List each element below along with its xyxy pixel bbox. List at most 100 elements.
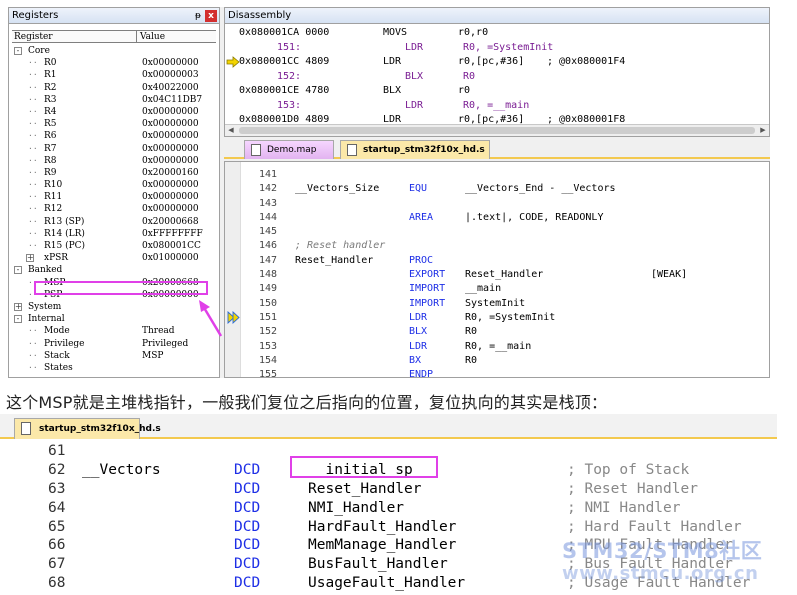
register-group[interactable]: - Internal — [12, 313, 216, 325]
tree-line-icon: ·· — [28, 192, 38, 202]
line-number: 153 — [259, 340, 278, 352]
register-row[interactable]: ·· R5 0x00000000 — [12, 118, 216, 130]
register-row[interactable]: ·· R9 0x20000160 — [12, 167, 216, 179]
source-line-number: 152: — [277, 70, 302, 82]
register-row[interactable]: ·· R2 0x40022000 — [12, 82, 216, 94]
editor-line[interactable]: 141 — [225, 168, 769, 182]
disassembly-titlebar: Disassembly — [225, 8, 769, 24]
editor-line[interactable]: 154 BX R0 — [225, 354, 769, 368]
register-row[interactable]: ·· R12 0x00000000 — [12, 203, 216, 215]
register-row[interactable]: ·· R13 (SP) 0x20000668 — [12, 216, 216, 228]
tab-startup-file[interactable]: startup_stm32f10x_hd.s — [14, 418, 161, 439]
register-name: R5 — [44, 119, 57, 130]
register-row[interactable]: ·· R11 0x00000000 — [12, 191, 216, 203]
column-register[interactable]: Register — [12, 31, 137, 42]
vector-table-line[interactable]: 63 DCD Reset_Handler ; Reset Handler — [0, 480, 777, 499]
register-row[interactable]: + xPSR 0x01000000 — [12, 252, 216, 264]
tab-demo-map[interactable]: Demo.map — [244, 140, 334, 159]
source-opcode: LDR — [405, 41, 424, 53]
register-name: R3 — [44, 94, 57, 105]
line-number: 155 — [259, 369, 278, 378]
code-directive: BLX — [409, 326, 428, 338]
editor-line[interactable]: 142 __Vectors_Size EQU __Vectors_End - __Ve… — [225, 182, 769, 196]
editor-line[interactable]: 144 AREA |.text|, CODE, READONLY — [225, 211, 769, 225]
column-value[interactable]: Value — [137, 31, 165, 42]
editor-line[interactable]: 151 LDR R0, =SystemInit — [225, 310, 769, 325]
register-row[interactable]: ·· R14 (LR) 0xFFFFFFFF — [12, 228, 216, 240]
register-row[interactable]: ·· R10 0x00000000 — [12, 179, 216, 191]
register-row[interactable]: ·· R3 0x04C11DB7 — [12, 94, 216, 106]
register-row[interactable]: ·· Mode Thread — [12, 325, 216, 337]
msp-pointer-arrow — [199, 300, 223, 337]
tree-line-icon: ·· — [28, 204, 38, 214]
tab-startup-file[interactable]: startup_stm32f10x_hd.s — [340, 140, 490, 159]
register-row[interactable]: ·· R4 0x00000000 — [12, 106, 216, 118]
register-name: States — [44, 362, 73, 373]
register-value: 0x00000000 — [142, 204, 199, 215]
register-row[interactable]: ·· R8 0x00000000 — [12, 155, 216, 167]
register-row[interactable]: ·· R0 0x00000000 — [12, 57, 216, 69]
register-value: 0x00000000 — [142, 58, 199, 69]
register-row[interactable]: ·· Privilege Privileged — [12, 338, 216, 350]
source-editor[interactable]: 141 142 __Vectors_Size EQU __Vectors_End - _… — [224, 161, 770, 378]
editor-line[interactable]: 148 EXPORT Reset_Handler [WEAK] — [225, 268, 769, 282]
register-value: 0x00000000 — [142, 106, 199, 117]
register-row[interactable]: ·· R15 (PC) 0x080001CC — [12, 240, 216, 252]
editor-line[interactable]: 147 Reset_Handler PROC — [225, 254, 769, 268]
close-icon[interactable]: x — [205, 10, 217, 22]
disassembly-source-line[interactable]: 153: LDR R0, =__main — [225, 99, 769, 114]
register-value: 0x00000000 — [142, 155, 199, 166]
collapse-icon[interactable]: - — [14, 315, 22, 324]
instruction-operands: r0 — [458, 85, 471, 96]
scroll-right-icon[interactable]: ▶ — [757, 125, 769, 136]
register-row[interactable]: ·· R7 0x00000000 — [12, 143, 216, 155]
scrollbar-thumb[interactable] — [239, 127, 755, 134]
editor-line[interactable]: 145 — [225, 225, 769, 239]
vector-table-line[interactable]: 68 DCD UsageFault_Handler ; Usage Fault Han… — [0, 574, 777, 593]
vector-table-line[interactable]: 66 DCD MemManage_Handler ; MPU Fault Handle… — [0, 536, 777, 555]
code-operands: Reset_Handler — [308, 480, 422, 497]
register-value: 0x04C11DB7 — [142, 94, 203, 105]
register-name: R10 — [44, 180, 63, 191]
editor-line[interactable]: 155 ENDP — [225, 368, 769, 378]
register-group[interactable]: - Banked — [12, 264, 216, 276]
editor-line[interactable]: 143 — [225, 197, 769, 211]
register-row[interactable]: ·· States — [12, 362, 216, 374]
line-number: 65 — [48, 518, 66, 535]
line-number: 147 — [259, 254, 278, 266]
expand-icon[interactable]: + — [14, 302, 22, 311]
register-row[interactable]: ·· R6 0x00000000 — [12, 130, 216, 142]
editor-line[interactable]: 153 LDR R0, =__main — [225, 340, 769, 354]
line-number: 67 — [48, 556, 66, 573]
disassembly-line[interactable]: 0x080001CE 4780 BLX r0 — [225, 84, 769, 99]
register-group[interactable]: + System — [12, 301, 216, 313]
editor-line[interactable]: 152 BLX R0 — [225, 325, 769, 339]
code-directive: IMPORT — [409, 283, 446, 295]
disassembly-horizontal-scrollbar[interactable]: ◀ ▶ — [225, 124, 769, 136]
editor-line[interactable]: 146 ; Reset handler — [225, 239, 769, 253]
code-directive: DCD — [234, 575, 261, 592]
collapse-icon[interactable]: - — [14, 266, 22, 275]
vector-table-line[interactable]: 67 DCD BusFault_Handler ; Bus Fault Handler — [0, 555, 777, 574]
editor-line[interactable]: 150 IMPORT SystemInit — [225, 297, 769, 311]
vector-table-line[interactable]: 64 DCD NMI_Handler ; NMI Handler — [0, 499, 777, 518]
editor-line[interactable]: 149 IMPORT __main — [225, 282, 769, 296]
tree-line-icon: ·· — [28, 82, 38, 92]
scroll-left-icon[interactable]: ◀ — [225, 125, 237, 136]
disassembly-line[interactable]: 0x080001CA 0000 MOVS r0,r0 — [225, 26, 769, 41]
code-comment: ; NMI Handler — [567, 499, 681, 516]
register-group[interactable]: - Core — [12, 45, 216, 57]
register-value: 0x00000003 — [142, 70, 199, 81]
vector-table-line[interactable]: 65 DCD HardFault_Handler ; Hard Fault Handl… — [0, 518, 777, 537]
code-operands: __main — [465, 283, 502, 295]
register-row[interactable]: ·· Stack MSP — [12, 350, 216, 362]
expand-icon[interactable]: + — [26, 254, 34, 263]
disassembly-source-line[interactable]: 151: LDR R0, =SystemInit — [225, 41, 769, 56]
collapse-icon[interactable]: - — [14, 47, 22, 55]
disassembly-source-line[interactable]: 152: BLX R0 — [225, 70, 769, 85]
article-caption: 这个MSP就是主堆栈指针，一般我们复位之后指向的位置，复位执向的其实是栈顶： — [6, 393, 608, 412]
tab-label: startup_stm32f10x_hd.s — [363, 145, 485, 155]
disassembly-line[interactable]: 0x080001CC 4809 LDR r0,[pc,#36] ; @0x080001… — [225, 55, 769, 70]
register-row[interactable]: ·· R1 0x00000003 — [12, 69, 216, 81]
pin-icon[interactable]: ᵽ — [195, 9, 201, 24]
